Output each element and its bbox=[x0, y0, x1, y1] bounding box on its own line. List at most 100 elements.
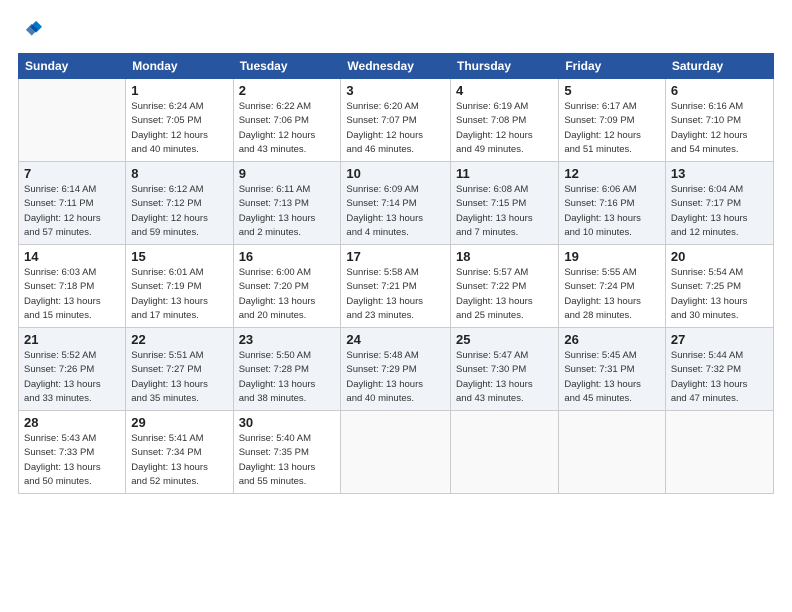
day-info: Sunrise: 5:40 AM Sunset: 7:35 PM Dayligh… bbox=[239, 432, 336, 489]
calendar-cell bbox=[559, 411, 666, 494]
day-info: Sunrise: 6:16 AM Sunset: 7:10 PM Dayligh… bbox=[671, 100, 768, 157]
calendar-cell: 7 Sunrise: 6:14 AM Sunset: 7:11 PM Daylig… bbox=[19, 162, 126, 245]
calendar-cell: 6 Sunrise: 6:16 AM Sunset: 7:10 PM Daylig… bbox=[665, 79, 773, 162]
day-info: Sunrise: 5:52 AM Sunset: 7:26 PM Dayligh… bbox=[24, 349, 120, 406]
calendar-cell bbox=[665, 411, 773, 494]
day-number: 17 bbox=[346, 249, 445, 264]
col-header-wednesday: Wednesday bbox=[341, 54, 451, 79]
day-number: 25 bbox=[456, 332, 553, 347]
col-header-friday: Friday bbox=[559, 54, 666, 79]
calendar-cell: 29 Sunrise: 5:41 AM Sunset: 7:34 PM Dayli… bbox=[126, 411, 233, 494]
day-number: 13 bbox=[671, 166, 768, 181]
day-number: 12 bbox=[564, 166, 660, 181]
day-info: Sunrise: 6:08 AM Sunset: 7:15 PM Dayligh… bbox=[456, 183, 553, 240]
day-number: 30 bbox=[239, 415, 336, 430]
calendar-cell: 16 Sunrise: 6:00 AM Sunset: 7:20 PM Dayli… bbox=[233, 245, 341, 328]
day-number: 22 bbox=[131, 332, 227, 347]
day-number: 7 bbox=[24, 166, 120, 181]
day-info: Sunrise: 6:09 AM Sunset: 7:14 PM Dayligh… bbox=[346, 183, 445, 240]
day-info: Sunrise: 6:17 AM Sunset: 7:09 PM Dayligh… bbox=[564, 100, 660, 157]
day-info: Sunrise: 6:00 AM Sunset: 7:20 PM Dayligh… bbox=[239, 266, 336, 323]
day-number: 8 bbox=[131, 166, 227, 181]
day-info: Sunrise: 5:47 AM Sunset: 7:30 PM Dayligh… bbox=[456, 349, 553, 406]
day-number: 23 bbox=[239, 332, 336, 347]
day-info: Sunrise: 5:41 AM Sunset: 7:34 PM Dayligh… bbox=[131, 432, 227, 489]
logo bbox=[18, 18, 46, 43]
day-info: Sunrise: 5:45 AM Sunset: 7:31 PM Dayligh… bbox=[564, 349, 660, 406]
calendar-cell bbox=[341, 411, 451, 494]
day-info: Sunrise: 6:03 AM Sunset: 7:18 PM Dayligh… bbox=[24, 266, 120, 323]
calendar-cell: 17 Sunrise: 5:58 AM Sunset: 7:21 PM Dayli… bbox=[341, 245, 451, 328]
day-info: Sunrise: 6:22 AM Sunset: 7:06 PM Dayligh… bbox=[239, 100, 336, 157]
day-number: 29 bbox=[131, 415, 227, 430]
day-info: Sunrise: 5:51 AM Sunset: 7:27 PM Dayligh… bbox=[131, 349, 227, 406]
calendar-cell: 20 Sunrise: 5:54 AM Sunset: 7:25 PM Dayli… bbox=[665, 245, 773, 328]
logo-icon bbox=[20, 18, 42, 40]
calendar-cell: 27 Sunrise: 5:44 AM Sunset: 7:32 PM Dayli… bbox=[665, 328, 773, 411]
day-info: Sunrise: 6:04 AM Sunset: 7:17 PM Dayligh… bbox=[671, 183, 768, 240]
day-info: Sunrise: 6:24 AM Sunset: 7:05 PM Dayligh… bbox=[131, 100, 227, 157]
calendar-cell: 8 Sunrise: 6:12 AM Sunset: 7:12 PM Daylig… bbox=[126, 162, 233, 245]
header bbox=[18, 18, 774, 43]
calendar-cell: 25 Sunrise: 5:47 AM Sunset: 7:30 PM Dayli… bbox=[451, 328, 559, 411]
day-info: Sunrise: 5:50 AM Sunset: 7:28 PM Dayligh… bbox=[239, 349, 336, 406]
calendar-cell: 24Sunrise: 5:48 AM Sunset: 7:29 PM Dayli… bbox=[341, 328, 451, 411]
day-number: 4 bbox=[456, 83, 553, 98]
page: SundayMondayTuesdayWednesdayThursdayFrid… bbox=[0, 0, 792, 612]
col-header-monday: Monday bbox=[126, 54, 233, 79]
day-info: Sunrise: 5:44 AM Sunset: 7:32 PM Dayligh… bbox=[671, 349, 768, 406]
day-number: 28 bbox=[24, 415, 120, 430]
calendar-cell: 3 Sunrise: 6:20 AM Sunset: 7:07 PM Daylig… bbox=[341, 79, 451, 162]
calendar-cell: 26 Sunrise: 5:45 AM Sunset: 7:31 PM Dayli… bbox=[559, 328, 666, 411]
day-number: 16 bbox=[239, 249, 336, 264]
calendar-cell bbox=[19, 79, 126, 162]
calendar-cell: 14 Sunrise: 6:03 AM Sunset: 7:18 PM Dayli… bbox=[19, 245, 126, 328]
col-header-thursday: Thursday bbox=[451, 54, 559, 79]
calendar-cell: 23 Sunrise: 5:50 AM Sunset: 7:28 PM Dayli… bbox=[233, 328, 341, 411]
calendar-cell: 9 Sunrise: 6:11 AM Sunset: 7:13 PM Daylig… bbox=[233, 162, 341, 245]
day-number: 24 bbox=[346, 332, 445, 347]
calendar-cell: 1Sunrise: 6:24 AM Sunset: 7:05 PM Daylig… bbox=[126, 79, 233, 162]
day-number: 19 bbox=[564, 249, 660, 264]
calendar-cell: 19 Sunrise: 5:55 AM Sunset: 7:24 PM Dayli… bbox=[559, 245, 666, 328]
day-info: Sunrise: 5:54 AM Sunset: 7:25 PM Dayligh… bbox=[671, 266, 768, 323]
day-number: 10 bbox=[346, 166, 445, 181]
day-info: Sunrise: 6:14 AM Sunset: 7:11 PM Dayligh… bbox=[24, 183, 120, 240]
day-number: 9 bbox=[239, 166, 336, 181]
col-header-saturday: Saturday bbox=[665, 54, 773, 79]
day-info: Sunrise: 5:57 AM Sunset: 7:22 PM Dayligh… bbox=[456, 266, 553, 323]
day-info: Sunrise: 6:06 AM Sunset: 7:16 PM Dayligh… bbox=[564, 183, 660, 240]
day-number: 15 bbox=[131, 249, 227, 264]
day-info: Sunrise: 6:11 AM Sunset: 7:13 PM Dayligh… bbox=[239, 183, 336, 240]
calendar-cell: 21 Sunrise: 5:52 AM Sunset: 7:26 PM Dayli… bbox=[19, 328, 126, 411]
day-number: 11 bbox=[456, 166, 553, 181]
calendar-cell: 30 Sunrise: 5:40 AM Sunset: 7:35 PM Dayli… bbox=[233, 411, 341, 494]
day-info: Sunrise: 6:01 AM Sunset: 7:19 PM Dayligh… bbox=[131, 266, 227, 323]
day-number: 6 bbox=[671, 83, 768, 98]
day-number: 3 bbox=[346, 83, 445, 98]
day-info: Sunrise: 6:19 AM Sunset: 7:08 PM Dayligh… bbox=[456, 100, 553, 157]
calendar-cell: 10 Sunrise: 6:09 AM Sunset: 7:14 PM Dayli… bbox=[341, 162, 451, 245]
day-number: 2 bbox=[239, 83, 336, 98]
calendar-cell bbox=[451, 411, 559, 494]
day-info: Sunrise: 5:58 AM Sunset: 7:21 PM Dayligh… bbox=[346, 266, 445, 323]
calendar-cell: 22 Sunrise: 5:51 AM Sunset: 7:27 PM Dayli… bbox=[126, 328, 233, 411]
day-info: Sunrise: 6:20 AM Sunset: 7:07 PM Dayligh… bbox=[346, 100, 445, 157]
day-number: 14 bbox=[24, 249, 120, 264]
calendar-cell: 4 Sunrise: 6:19 AM Sunset: 7:08 PM Daylig… bbox=[451, 79, 559, 162]
calendar-cell: 15 Sunrise: 6:01 AM Sunset: 7:19 PM Dayli… bbox=[126, 245, 233, 328]
day-info: Sunrise: 5:55 AM Sunset: 7:24 PM Dayligh… bbox=[564, 266, 660, 323]
calendar-cell: 12 Sunrise: 6:06 AM Sunset: 7:16 PM Dayli… bbox=[559, 162, 666, 245]
day-number: 21 bbox=[24, 332, 120, 347]
calendar-table: SundayMondayTuesdayWednesdayThursdayFrid… bbox=[18, 53, 774, 494]
calendar-cell: 11 Sunrise: 6:08 AM Sunset: 7:15 PM Dayli… bbox=[451, 162, 559, 245]
day-number: 18 bbox=[456, 249, 553, 264]
calendar-cell: 13 Sunrise: 6:04 AM Sunset: 7:17 PM Dayli… bbox=[665, 162, 773, 245]
calendar-cell: 2 Sunrise: 6:22 AM Sunset: 7:06 PM Daylig… bbox=[233, 79, 341, 162]
day-number: 20 bbox=[671, 249, 768, 264]
calendar-cell: 28Sunrise: 5:43 AM Sunset: 7:33 PM Dayli… bbox=[19, 411, 126, 494]
col-header-tuesday: Tuesday bbox=[233, 54, 341, 79]
day-number: 27 bbox=[671, 332, 768, 347]
day-number: 26 bbox=[564, 332, 660, 347]
day-info: Sunrise: 6:12 AM Sunset: 7:12 PM Dayligh… bbox=[131, 183, 227, 240]
